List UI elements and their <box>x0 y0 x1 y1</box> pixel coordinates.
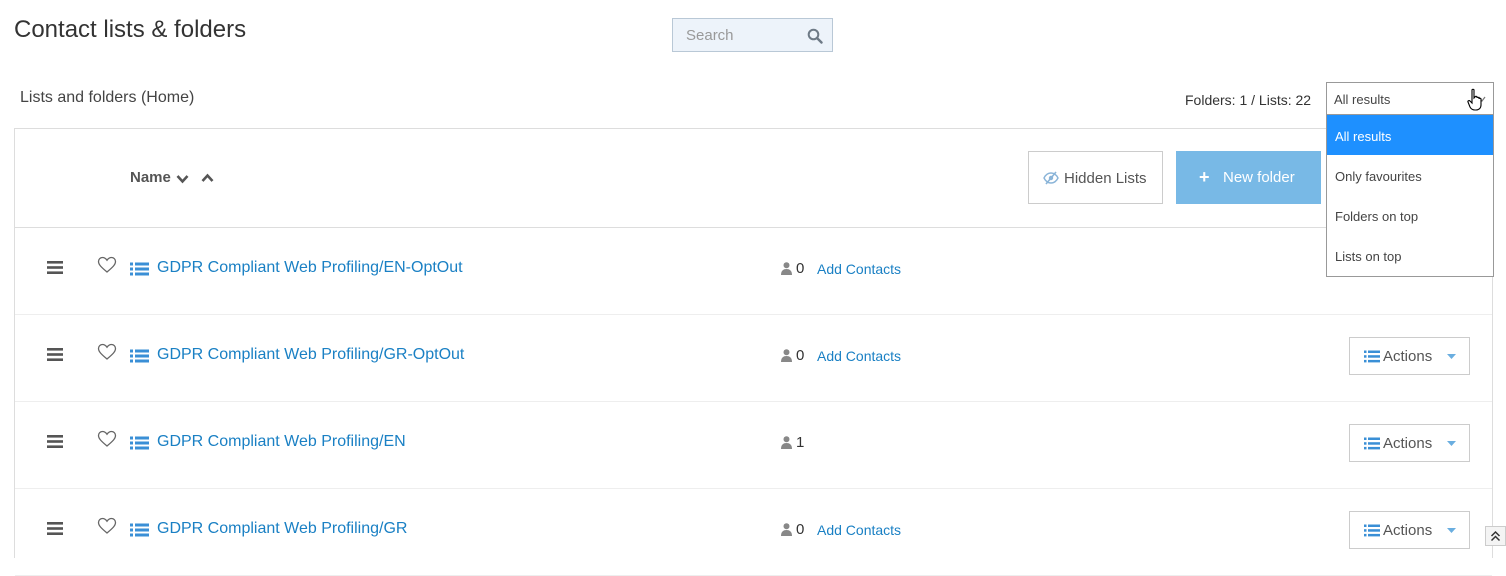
sort-by-name-label[interactable]: Name <box>130 169 171 186</box>
contact-count: 0 <box>796 347 805 364</box>
list-icon <box>1364 437 1380 450</box>
add-contacts-link[interactable]: Add Contacts <box>817 348 901 364</box>
results-filter-dropdown: All results Only favourites Folders on t… <box>1326 115 1494 277</box>
list-name-link[interactable]: GDPR Compliant Web Profiling/GR <box>157 520 407 538</box>
heart-icon[interactable] <box>97 343 117 361</box>
drag-handle-icon[interactable] <box>47 522 63 535</box>
actions-button[interactable]: Actions <box>1349 424 1470 462</box>
list-row: GDPR Compliant Web Profiling/GR 0 Add Co… <box>15 488 1492 576</box>
page-title: Contact lists & folders <box>14 16 247 43</box>
list-row: GDPR Compliant Web Profiling/EN-OptOut 0… <box>15 227 1492 315</box>
caret-down-icon <box>1447 528 1456 533</box>
heart-icon[interactable] <box>97 430 117 448</box>
list-row: GDPR Compliant Web Profiling/GR-OptOut 0… <box>15 314 1492 402</box>
filter-option-only-favourites[interactable]: Only favourites <box>1327 155 1493 195</box>
search-input[interactable] <box>673 19 811 51</box>
contact-count: 0 <box>796 260 805 277</box>
breadcrumb: Lists and folders (Home) <box>20 89 195 106</box>
new-folder-button[interactable]: + New folder <box>1176 151 1321 204</box>
plus-icon: + <box>1199 167 1210 187</box>
hidden-lists-button[interactable]: Hidden Lists <box>1028 151 1163 204</box>
list-icon <box>130 436 149 450</box>
list-icon <box>130 262 149 276</box>
drag-handle-icon[interactable] <box>47 261 63 274</box>
list-icon <box>1364 524 1380 537</box>
person-icon <box>781 349 792 362</box>
list-icon <box>130 349 149 363</box>
filter-option-folders-on-top[interactable]: Folders on top <box>1327 195 1493 235</box>
actions-label: Actions <box>1383 435 1433 452</box>
search-box[interactable] <box>672 18 833 52</box>
contact-count: 0 <box>796 521 805 538</box>
new-folder-label: New folder <box>1223 169 1295 186</box>
caret-down-icon <box>1447 441 1456 446</box>
lists-panel: Name Hidden Lists + New folder GDPR Comp… <box>14 128 1493 576</box>
hand-cursor-icon <box>1467 88 1482 111</box>
eye-slash-icon <box>1043 171 1059 185</box>
sort-descending-icon[interactable] <box>176 174 189 184</box>
heart-icon[interactable] <box>97 256 117 274</box>
double-chevron-up-icon <box>1490 530 1501 542</box>
sort-ascending-icon[interactable] <box>201 173 214 183</box>
actions-label: Actions <box>1383 348 1433 365</box>
list-icon <box>130 523 149 537</box>
scroll-to-top-button[interactable] <box>1485 526 1506 546</box>
filter-option-all-results[interactable]: All results <box>1327 115 1493 155</box>
person-icon <box>781 523 792 536</box>
actions-button[interactable]: Actions <box>1349 337 1470 375</box>
list-name-link[interactable]: GDPR Compliant Web Profiling/EN-OptOut <box>157 259 463 277</box>
hidden-lists-label: Hidden Lists <box>1064 170 1147 187</box>
list-name-link[interactable]: GDPR Compliant Web Profiling/GR-OptOut <box>157 346 464 364</box>
person-icon <box>781 262 792 275</box>
contact-count: 1 <box>796 434 805 451</box>
heart-icon[interactable] <box>97 517 117 535</box>
add-contacts-link[interactable]: Add Contacts <box>817 261 901 277</box>
search-icon[interactable] <box>807 28 823 44</box>
caret-down-icon <box>1447 354 1456 359</box>
drag-handle-icon[interactable] <box>47 348 63 361</box>
person-icon <box>781 436 792 449</box>
list-row: GDPR Compliant Web Profiling/EN 1 Action… <box>15 401 1492 489</box>
actions-label: Actions <box>1383 522 1433 539</box>
list-icon <box>1364 350 1380 363</box>
drag-handle-icon[interactable] <box>47 435 63 448</box>
table-header: Name Hidden Lists + New folder <box>15 129 1492 228</box>
list-name-link[interactable]: GDPR Compliant Web Profiling/EN <box>157 433 406 451</box>
folders-lists-count: Folders: 1 / Lists: 22 <box>1185 92 1312 108</box>
actions-button[interactable]: Actions <box>1349 511 1470 549</box>
add-contacts-link[interactable]: Add Contacts <box>817 522 901 538</box>
filter-option-lists-on-top[interactable]: Lists on top <box>1327 235 1493 275</box>
results-filter-value: All results <box>1334 92 1391 107</box>
